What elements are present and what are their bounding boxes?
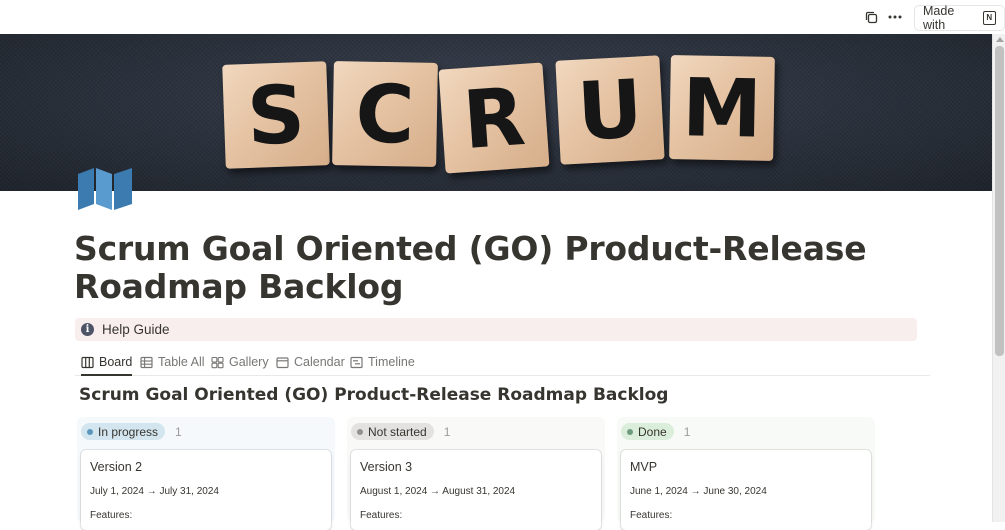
tab-gallery-label: Gallery xyxy=(229,355,269,369)
column-count: 1 xyxy=(175,424,182,439)
page-title: Scrum Goal Oriented (GO) Product-Release… xyxy=(74,229,867,306)
made-with-label: Made with xyxy=(923,4,955,32)
tab-calendar[interactable]: Calendar xyxy=(276,351,345,373)
status-pill[interactable]: In progress xyxy=(81,423,166,440)
board-column-done: Done 1 MVP June 1, 2024 → June 30, 2024 … xyxy=(617,417,875,530)
scroll-up-arrow-icon[interactable] xyxy=(996,37,1004,42)
card-date: August 1, 2024 → August 31, 2024 xyxy=(360,486,516,497)
column-count: 1 xyxy=(443,424,451,439)
board-card[interactable]: MVP June 1, 2024 → June 30, 2024 Feature… xyxy=(621,450,871,530)
board-icon xyxy=(81,356,94,368)
callout-text: Help Guide xyxy=(102,322,170,337)
top-bar: Made with N xyxy=(0,0,1005,34)
tab-calendar-label: Calendar xyxy=(294,355,345,369)
gallery-icon xyxy=(211,356,224,368)
card-date: July 1, 2024 → July 31, 2024 xyxy=(90,486,219,497)
card-title: MVP xyxy=(630,460,658,474)
tab-board-label: Board xyxy=(99,355,133,369)
calendar-icon xyxy=(276,356,289,368)
tab-board[interactable]: Board xyxy=(81,351,133,376)
map-icon[interactable] xyxy=(76,168,134,210)
tab-table-all[interactable]: Table All xyxy=(140,351,205,373)
card-title: Version 2 xyxy=(90,460,143,474)
board-card[interactable]: Version 2 July 1, 2024 → July 31, 2024 F… xyxy=(81,450,331,530)
status-pill[interactable]: Done xyxy=(621,423,674,440)
timeline-icon xyxy=(350,356,363,368)
board-column-not-started: Not started 1 Version 3 August 1, 2024 →… xyxy=(347,417,605,530)
cover-tile-r: R xyxy=(438,62,550,174)
card-features-label: Features: xyxy=(360,510,403,521)
board-title: Scrum Goal Oriented (GO) Product-Release… xyxy=(79,385,669,405)
cover-tile-c: C xyxy=(332,61,438,167)
notion-logo-icon: N xyxy=(982,11,996,25)
cover-image: S C R U M xyxy=(0,34,992,191)
help-guide-callout[interactable]: i Help Guide xyxy=(75,318,917,341)
board-column-in-progress: In progress 1 Version 2 July 1, 2024 → J… xyxy=(77,417,335,530)
board-card[interactable]: Version 3 August 1, 2024 → August 31, 20… xyxy=(351,450,601,530)
status-dot-icon xyxy=(87,428,93,435)
info-icon: i xyxy=(81,323,94,336)
cover-tile-m: M xyxy=(669,55,775,161)
card-date: June 1, 2024 → June 30, 2024 xyxy=(630,486,767,497)
tab-table-all-label: Table All xyxy=(158,355,205,369)
column-count: 1 xyxy=(683,424,691,439)
duplicate-icon[interactable] xyxy=(862,8,880,26)
tab-timeline-label: Timeline xyxy=(368,355,415,369)
status-dot-icon xyxy=(627,428,633,435)
view-tabs: Board Table All Gallery Calendar Timelin… xyxy=(75,348,930,376)
tab-timeline[interactable]: Timeline xyxy=(350,351,415,373)
status-label: In progress xyxy=(98,424,159,439)
page-scrollbar[interactable] xyxy=(992,34,1005,522)
status-pill[interactable]: Not started xyxy=(351,423,434,440)
more-icon[interactable] xyxy=(886,8,904,26)
cover-tile-u: U xyxy=(555,55,665,165)
cover-tile-s: S xyxy=(222,61,330,169)
status-label: Done xyxy=(638,424,667,439)
card-features-label: Features: xyxy=(90,510,133,521)
status-dot-icon xyxy=(357,428,363,435)
status-label: Not started xyxy=(368,424,427,439)
made-with-notion-button[interactable]: Made with N xyxy=(914,4,1005,32)
card-title: Version 3 xyxy=(360,460,413,474)
table-icon xyxy=(140,356,153,368)
tab-gallery[interactable]: Gallery xyxy=(211,351,269,373)
scrollbar-thumb[interactable] xyxy=(995,46,1004,356)
card-features-label: Features: xyxy=(630,510,673,521)
